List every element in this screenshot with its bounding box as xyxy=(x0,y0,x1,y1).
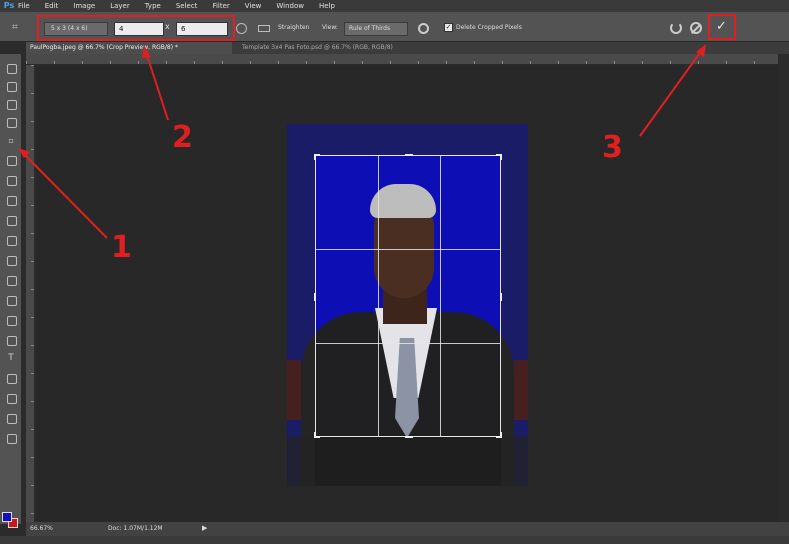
arrow-2-head xyxy=(142,46,151,58)
doc-info: Doc: 1.07M/1.12M xyxy=(108,525,163,532)
annotation-arrows xyxy=(18,44,706,239)
annotation-number-2: 2 xyxy=(172,120,193,155)
annotation-number-3: 3 xyxy=(602,130,623,165)
bottom-panel-strip xyxy=(0,536,789,544)
status-menu-arrow-icon[interactable]: ▶ xyxy=(202,524,207,532)
annotation-number-1: 1 xyxy=(111,230,132,265)
zoom-field[interactable]: 66.67% xyxy=(30,525,53,532)
arrow-1-head xyxy=(18,148,30,158)
arrow-2 xyxy=(145,51,169,121)
arrow-1 xyxy=(21,151,108,239)
foreground-color-swatch[interactable] xyxy=(2,512,12,522)
arrow-3 xyxy=(639,49,703,137)
status-bar: 66.67% Doc: 1.07M/1.12M ▶ xyxy=(26,522,789,536)
